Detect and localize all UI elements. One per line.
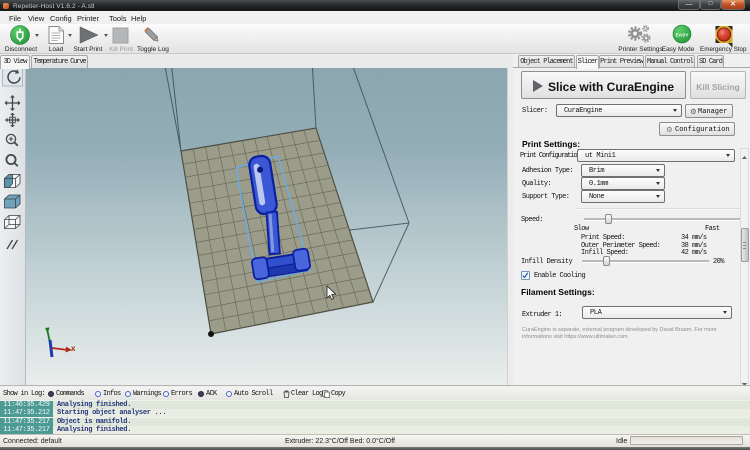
svg-text:x: x [71,344,76,353]
svg-text:EASY: EASY [675,32,689,38]
